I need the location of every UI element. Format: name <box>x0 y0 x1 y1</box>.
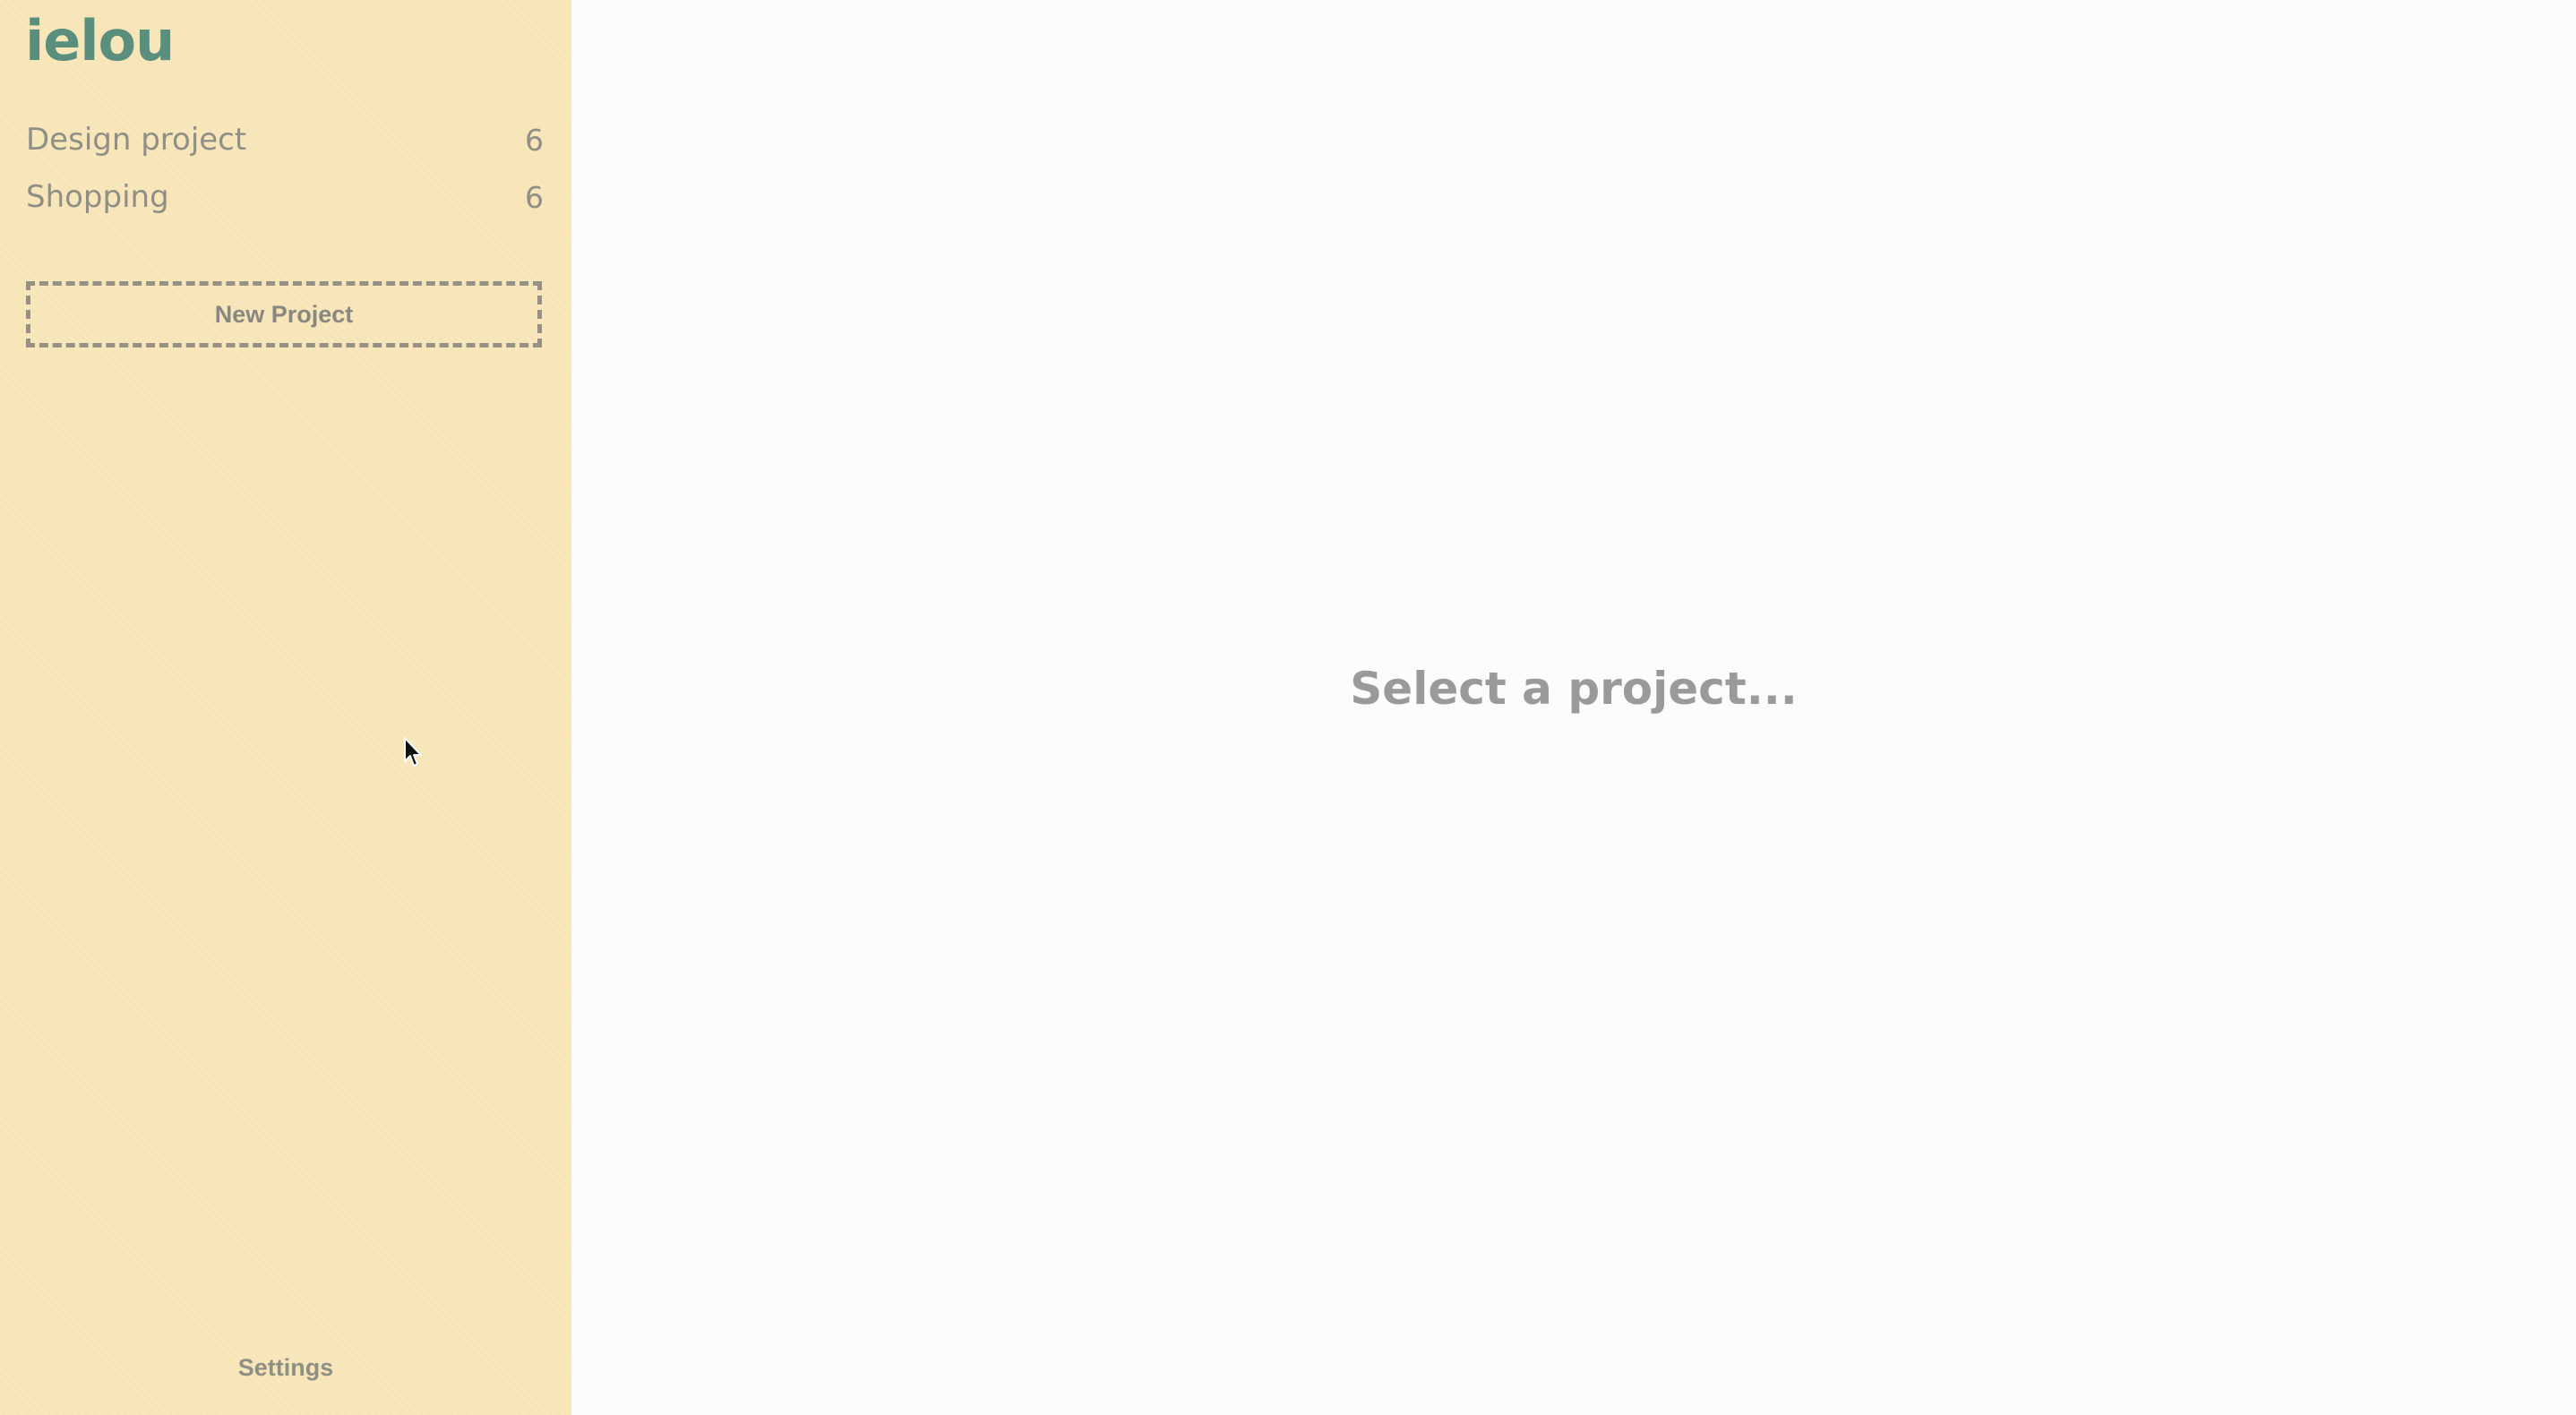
mouse-pointer-icon <box>404 737 422 767</box>
sidebar-item-design-project[interactable]: Design project 6 <box>26 116 544 163</box>
sidebar-item-shopping[interactable]: Shopping 6 <box>26 174 544 220</box>
empty-state-message: Select a project... <box>1350 663 1798 715</box>
project-count: 6 <box>525 122 544 158</box>
settings-link[interactable]: Settings <box>0 1354 571 1382</box>
new-project-button[interactable]: New Project <box>26 281 542 347</box>
app-window: ielou Design project 6 Shopping 6 New Pr… <box>0 0 2576 1415</box>
project-name: Design project <box>26 122 247 158</box>
sidebar: ielou Design project 6 Shopping 6 New Pr… <box>0 0 571 1415</box>
project-count: 6 <box>525 179 544 215</box>
app-logo: ielou <box>25 8 175 73</box>
main-content: Select a project... <box>571 0 2576 1415</box>
project-name: Shopping <box>26 179 169 215</box>
